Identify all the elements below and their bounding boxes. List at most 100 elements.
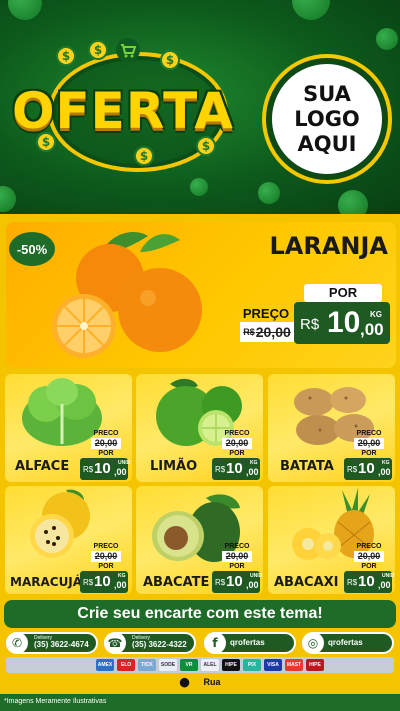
- old-price: 20,00: [222, 551, 252, 562]
- payment-method-logo: ELO: [117, 659, 135, 671]
- facebook-icon: f: [204, 632, 226, 654]
- price-currency: R$: [83, 465, 94, 474]
- product-name: ABACAXI: [274, 575, 339, 590]
- old-price: R$ 20,00: [240, 322, 294, 342]
- payment-method-logo: MAST: [285, 659, 303, 671]
- old-price: 20,00: [354, 438, 384, 449]
- product-name: BATATA: [280, 459, 334, 474]
- old-price-label: PRECO: [356, 543, 382, 550]
- logo-placeholder: SUA LOGO AQUI: [266, 58, 388, 180]
- new-price-label: POR: [229, 563, 245, 570]
- new-price-box: R$ 10 KG ,00: [212, 458, 260, 480]
- bubble-decoration: [0, 186, 16, 212]
- payment-method-logo: VR: [180, 659, 198, 671]
- new-price-box: R$ 10 UNID ,00: [80, 458, 131, 480]
- price-unit: KG: [118, 573, 126, 579]
- price-integer: 10: [358, 460, 375, 477]
- logo-line: LOGO: [294, 106, 360, 131]
- old-price-label: PRECO: [224, 543, 250, 550]
- payment-methods-bar: [6, 657, 394, 673]
- price-decimal: ,00: [378, 467, 391, 477]
- new-price-box: R$ 10 KG ,00: [80, 571, 128, 593]
- price-decimal: ,00: [246, 467, 259, 477]
- logo-line: AQUI: [297, 131, 357, 156]
- featured-product-name: LARANJA: [269, 232, 388, 260]
- old-price-label: PRECO: [224, 430, 250, 437]
- payment-method-logo: HIPE: [222, 659, 240, 671]
- contact-phone: (35) 3622-4322: [132, 640, 187, 649]
- bubble-decoration: [8, 0, 42, 20]
- address-text: Rua: [203, 677, 221, 687]
- old-price: 20,00: [91, 438, 121, 449]
- contact-facebook[interactable]: f qrofertas: [204, 632, 296, 654]
- price-currency: R$: [215, 578, 226, 587]
- price-unit: UNID: [118, 460, 131, 466]
- product-name: LIMÃO: [150, 459, 198, 474]
- contact-whatsapp[interactable]: ✆ Delivery (35) 3622-4674: [6, 632, 98, 654]
- price-unit: KG: [382, 460, 390, 466]
- new-price-label: POR: [361, 450, 377, 457]
- new-price-box: R$ 10 KG ,00: [294, 302, 390, 344]
- new-price-label: POR: [304, 284, 382, 302]
- price-decimal: ,00: [114, 467, 127, 477]
- bubble-decoration: [258, 182, 280, 204]
- price-decimal: ,00: [246, 580, 259, 590]
- old-price: 20,00: [354, 551, 384, 562]
- bubble-decoration: [292, 0, 330, 20]
- instagram-icon: ◎: [302, 632, 324, 654]
- disclaimer-bar: *Imagens Meramente Ilustrativas: [0, 694, 400, 711]
- price-currency: R$: [347, 578, 358, 587]
- cart-icon: [116, 38, 140, 62]
- new-price-box: R$ 10 KG ,00: [344, 458, 392, 480]
- price-decimal: ,00: [378, 580, 391, 590]
- orange-image: [52, 232, 202, 358]
- payment-method-logo: SODE: [159, 659, 177, 671]
- price-currency: R$: [347, 465, 358, 474]
- discount-badge: -50%: [9, 232, 55, 266]
- price-decimal: ,00: [114, 580, 127, 590]
- old-price: 20,00: [222, 438, 252, 449]
- product-name: ALFACE: [15, 459, 70, 474]
- contact-handle: qrofertas: [328, 638, 363, 647]
- old-price-label: PRECO: [356, 430, 382, 437]
- price-currency: R$: [215, 465, 226, 474]
- whatsapp-icon: ✆: [6, 632, 28, 654]
- product-name: ABACATE: [143, 575, 210, 590]
- payment-method-logo: ALEL: [201, 659, 219, 671]
- contact-instagram[interactable]: ◎ qrofertas: [302, 632, 394, 654]
- bubble-decoration: [338, 190, 368, 214]
- contact-handle: qrofertas: [230, 638, 265, 647]
- new-price-label: POR: [98, 450, 114, 457]
- price-unit: UNID: [250, 573, 263, 579]
- passion-fruit-image: [30, 489, 90, 558]
- product-name: MARACUJÁ: [10, 575, 83, 589]
- old-price-currency: R$: [243, 327, 255, 337]
- logo-line: SUA: [303, 81, 351, 106]
- old-price: 20,00: [91, 551, 121, 562]
- payment-method-logo: VISA: [264, 659, 282, 671]
- old-price-label: PRECO: [93, 430, 119, 437]
- address: ⬤ Rua: [0, 677, 400, 693]
- coin-icon: $: [160, 50, 180, 70]
- payment-method-logo: AMEX: [96, 659, 114, 671]
- coin-icon: $: [56, 46, 76, 66]
- price-integer: 10: [94, 573, 111, 590]
- new-price-label: POR: [98, 563, 114, 570]
- price-integer: 10: [358, 573, 375, 590]
- price-unit: KG: [250, 460, 258, 466]
- price-unit: UNID: [382, 573, 395, 579]
- price-currency: R$: [300, 316, 320, 333]
- contact-phone[interactable]: ☎ Delivery (35) 3622-4322: [104, 632, 196, 654]
- offer-title: OFERTA: [12, 82, 234, 140]
- new-price-label: POR: [361, 563, 377, 570]
- new-price-box: R$ 10 UNID ,00: [212, 571, 263, 593]
- contact-phone: (35) 3622-4674: [34, 640, 89, 649]
- coin-icon: $: [88, 40, 108, 60]
- cta-banner[interactable]: Crie seu encarte com este tema!: [4, 600, 396, 628]
- new-price-box: R$ 10 UNID ,00: [344, 571, 395, 593]
- coin-icon: $: [134, 146, 154, 166]
- header-banner: $ $ $ $ $ $ OFERTA SUA LOGO AQUI: [0, 0, 400, 214]
- bubble-decoration: [190, 178, 208, 196]
- payment-method-logo: TICK: [138, 659, 156, 671]
- disclaimer-text: *Imagens Meramente Ilustrativas: [4, 698, 107, 705]
